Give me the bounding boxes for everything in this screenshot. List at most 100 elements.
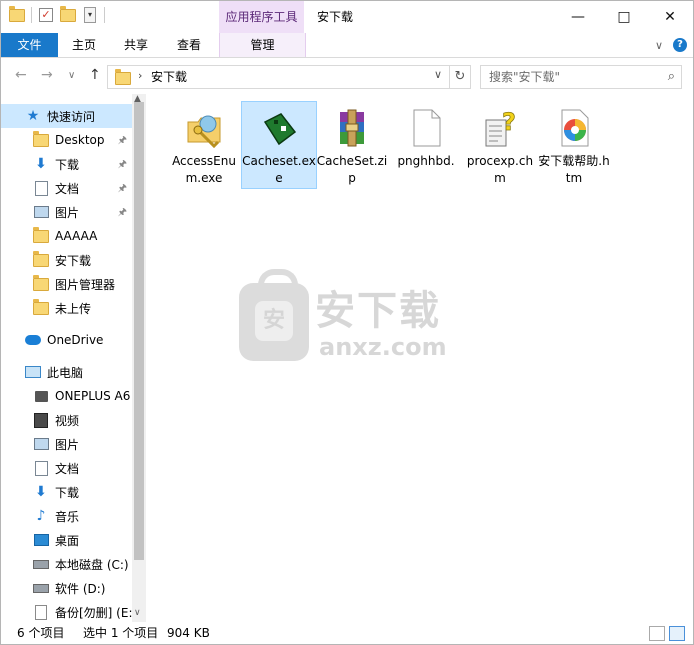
large-icons-view-icon[interactable] (669, 626, 685, 641)
sidebar-item-label: 桌面 (55, 533, 80, 548)
pin-icon[interactable]: 🖈 (118, 133, 127, 150)
file-item-help-htm[interactable]: 安下载帮助.htm (537, 102, 611, 188)
file-item-procexp-chm[interactable]: ? procexp.chm (463, 102, 537, 188)
sidebar-item-not-uploaded[interactable]: 未上传 (1, 296, 132, 320)
file-item-cacheset-exe[interactable]: Cacheset.exe (241, 101, 317, 189)
tab-file[interactable]: 文件 (1, 33, 58, 57)
folder-icon (115, 69, 131, 85)
sidebar-item-drive-d[interactable]: 软件 (D:) (1, 576, 132, 600)
selection-count: 选中 1 个项目 (83, 626, 159, 640)
pin-icon[interactable]: 🖈 (118, 181, 127, 198)
download-arrow-icon: ⬇ (35, 156, 47, 172)
sidebar-item-label: OneDrive (47, 333, 104, 347)
navigation-bar: ← → ∨ ↑ › 安下载 ∨ ↻ 搜索"安下载" ⌕ (1, 58, 693, 94)
explorer-window: ✓ ▾ 应用程序工具 安下载 — □ ✕ 文件 主页 共享 查看 管理 ∨ ? … (0, 0, 694, 645)
sidebar-item-label: 文档 (55, 461, 80, 476)
recent-locations-chevron-icon[interactable]: ∨ (68, 70, 75, 81)
scrollbar-thumb[interactable] (134, 102, 144, 560)
context-tab-group-label: 应用程序工具 (219, 1, 304, 33)
file-item-cacheset-zip[interactable]: CacheSet.zip (315, 102, 389, 188)
sidebar-item-oneplus[interactable]: ONEPLUS A6 (1, 384, 132, 408)
sidebar-item-label: 此电脑 (47, 365, 84, 380)
help-icon[interactable]: ? (673, 38, 687, 52)
sidebar-item-quick-access[interactable]: ★ 快速访问 (1, 104, 132, 128)
sidebar-item-downloads[interactable]: ⬇ 下载 🖈 (1, 152, 132, 176)
back-arrow-icon[interactable]: ← (15, 67, 27, 83)
file-item-pnghhbd[interactable]: pnghhbd. (389, 102, 463, 188)
nav-scrollbar[interactable]: ▲ ∨ (132, 94, 146, 622)
sidebar-item-aaaaa[interactable]: AAAAA (1, 224, 132, 248)
breadcrumb-current[interactable]: 安下载 (151, 66, 187, 88)
document-icon (33, 180, 49, 196)
up-arrow-icon[interactable]: ↑ (89, 67, 101, 83)
file-name: 安下载帮助.htm (538, 154, 610, 185)
maximize-button[interactable]: □ (601, 1, 647, 33)
breadcrumb-chevron-icon[interactable]: › (138, 69, 142, 82)
file-list-view: AccessEnum.exe Cacheset.exe CacheSet.zip (147, 94, 693, 622)
sidebar-item-music[interactable]: ♪ 音乐 (1, 504, 132, 528)
sidebar-item-pc-documents[interactable]: 文档 (1, 456, 132, 480)
status-bar: 6 个项目 选中 1 个项目 904 KB (1, 622, 693, 644)
file-name: Cacheset.exe (242, 154, 316, 185)
sidebar-item-label: 视频 (55, 413, 80, 428)
sidebar-item-drive-e[interactable]: 备份[勿删] (E: (1, 600, 132, 624)
sidebar-item-label: 图片 (55, 205, 80, 220)
sidebar-item-label: ONEPLUS A6 (55, 389, 131, 403)
watermark-text-cn: 安下载 (315, 288, 441, 334)
refresh-icon[interactable]: ↻ (449, 66, 470, 88)
sidebar-item-documents[interactable]: 文档 🖈 (1, 176, 132, 200)
quick-access-toolbar: ✓ ▾ (9, 5, 105, 23)
expand-ribbon-chevron-icon[interactable]: ∨ (655, 39, 663, 52)
sidebar-item-label: 文档 (55, 181, 80, 196)
pin-icon[interactable]: 🖈 (118, 157, 127, 174)
file-name: pnghhbd. (397, 154, 455, 168)
scroll-down-arrow-icon[interactable]: ∨ (134, 608, 141, 618)
file-name: CacheSet.zip (316, 154, 388, 185)
folder-icon[interactable] (9, 5, 25, 23)
file-item-accessenum[interactable]: AccessEnum.exe (167, 102, 241, 188)
sidebar-item-anxiazai[interactable]: 安下载 (1, 248, 132, 272)
winrar-icon (340, 109, 364, 147)
computer-icon (25, 364, 41, 380)
search-icon[interactable]: ⌕ (668, 69, 675, 84)
sidebar-item-label: 图片管理器 (55, 277, 116, 292)
sidebar-item-this-pc[interactable]: 此电脑 (1, 360, 132, 384)
folder-icon (33, 250, 49, 268)
pin-icon[interactable]: 🖈 (118, 205, 127, 222)
tab-share[interactable]: 共享 (110, 33, 162, 57)
selection-size: 904 KB (167, 626, 210, 640)
sidebar-item-desktop-pc[interactable]: 桌面 (1, 528, 132, 552)
window-title: 安下载 (317, 10, 354, 24)
new-folder-icon[interactable] (60, 5, 76, 23)
search-box[interactable]: 搜索"安下载" ⌕ (480, 65, 682, 89)
sidebar-item-pc-downloads[interactable]: ⬇ 下载 (1, 480, 132, 504)
sidebar-item-pc-pictures[interactable]: 图片 (1, 432, 132, 456)
search-input-placeholder[interactable]: 搜索"安下载" (489, 66, 560, 88)
sidebar-item-label: 安下载 (55, 253, 92, 268)
tab-view[interactable]: 查看 (162, 33, 216, 57)
sidebar-item-drive-c[interactable]: 本地磁盘 (C:) (1, 552, 132, 576)
sidebar-item-onedrive[interactable]: OneDrive (1, 328, 132, 352)
accessenum-icon (187, 115, 221, 148)
tab-manage[interactable]: 管理 (219, 33, 306, 57)
sidebar-item-pictures[interactable]: 图片 🖈 (1, 200, 132, 224)
picture-icon (33, 204, 49, 220)
details-view-icon[interactable] (649, 626, 665, 641)
sidebar-item-videos[interactable]: 视频 (1, 408, 132, 432)
properties-check-icon[interactable]: ✓ (38, 7, 54, 23)
title-bar: ✓ ▾ 应用程序工具 安下载 — □ ✕ (1, 1, 693, 33)
address-dropdown-chevron-icon[interactable]: ∨ (434, 68, 442, 81)
forward-arrow-icon[interactable]: → (41, 67, 53, 83)
sidebar-item-picture-manager[interactable]: 图片管理器 (1, 272, 132, 296)
sidebar-item-desktop[interactable]: Desktop 🖈 (1, 128, 132, 152)
onedrive-cloud-icon (25, 332, 41, 348)
file-icon (33, 604, 49, 620)
close-button[interactable]: ✕ (647, 1, 693, 33)
sidebar-item-label: 软件 (D:) (55, 581, 106, 596)
address-bar[interactable]: › 安下载 ∨ ↻ (107, 65, 471, 89)
minimize-button[interactable]: — (555, 1, 601, 33)
customize-toolbar-dropdown-icon[interactable]: ▾ (82, 7, 98, 23)
toolbar-separator (31, 7, 32, 23)
htm-icon (561, 109, 589, 147)
tab-home[interactable]: 主页 (58, 33, 110, 57)
